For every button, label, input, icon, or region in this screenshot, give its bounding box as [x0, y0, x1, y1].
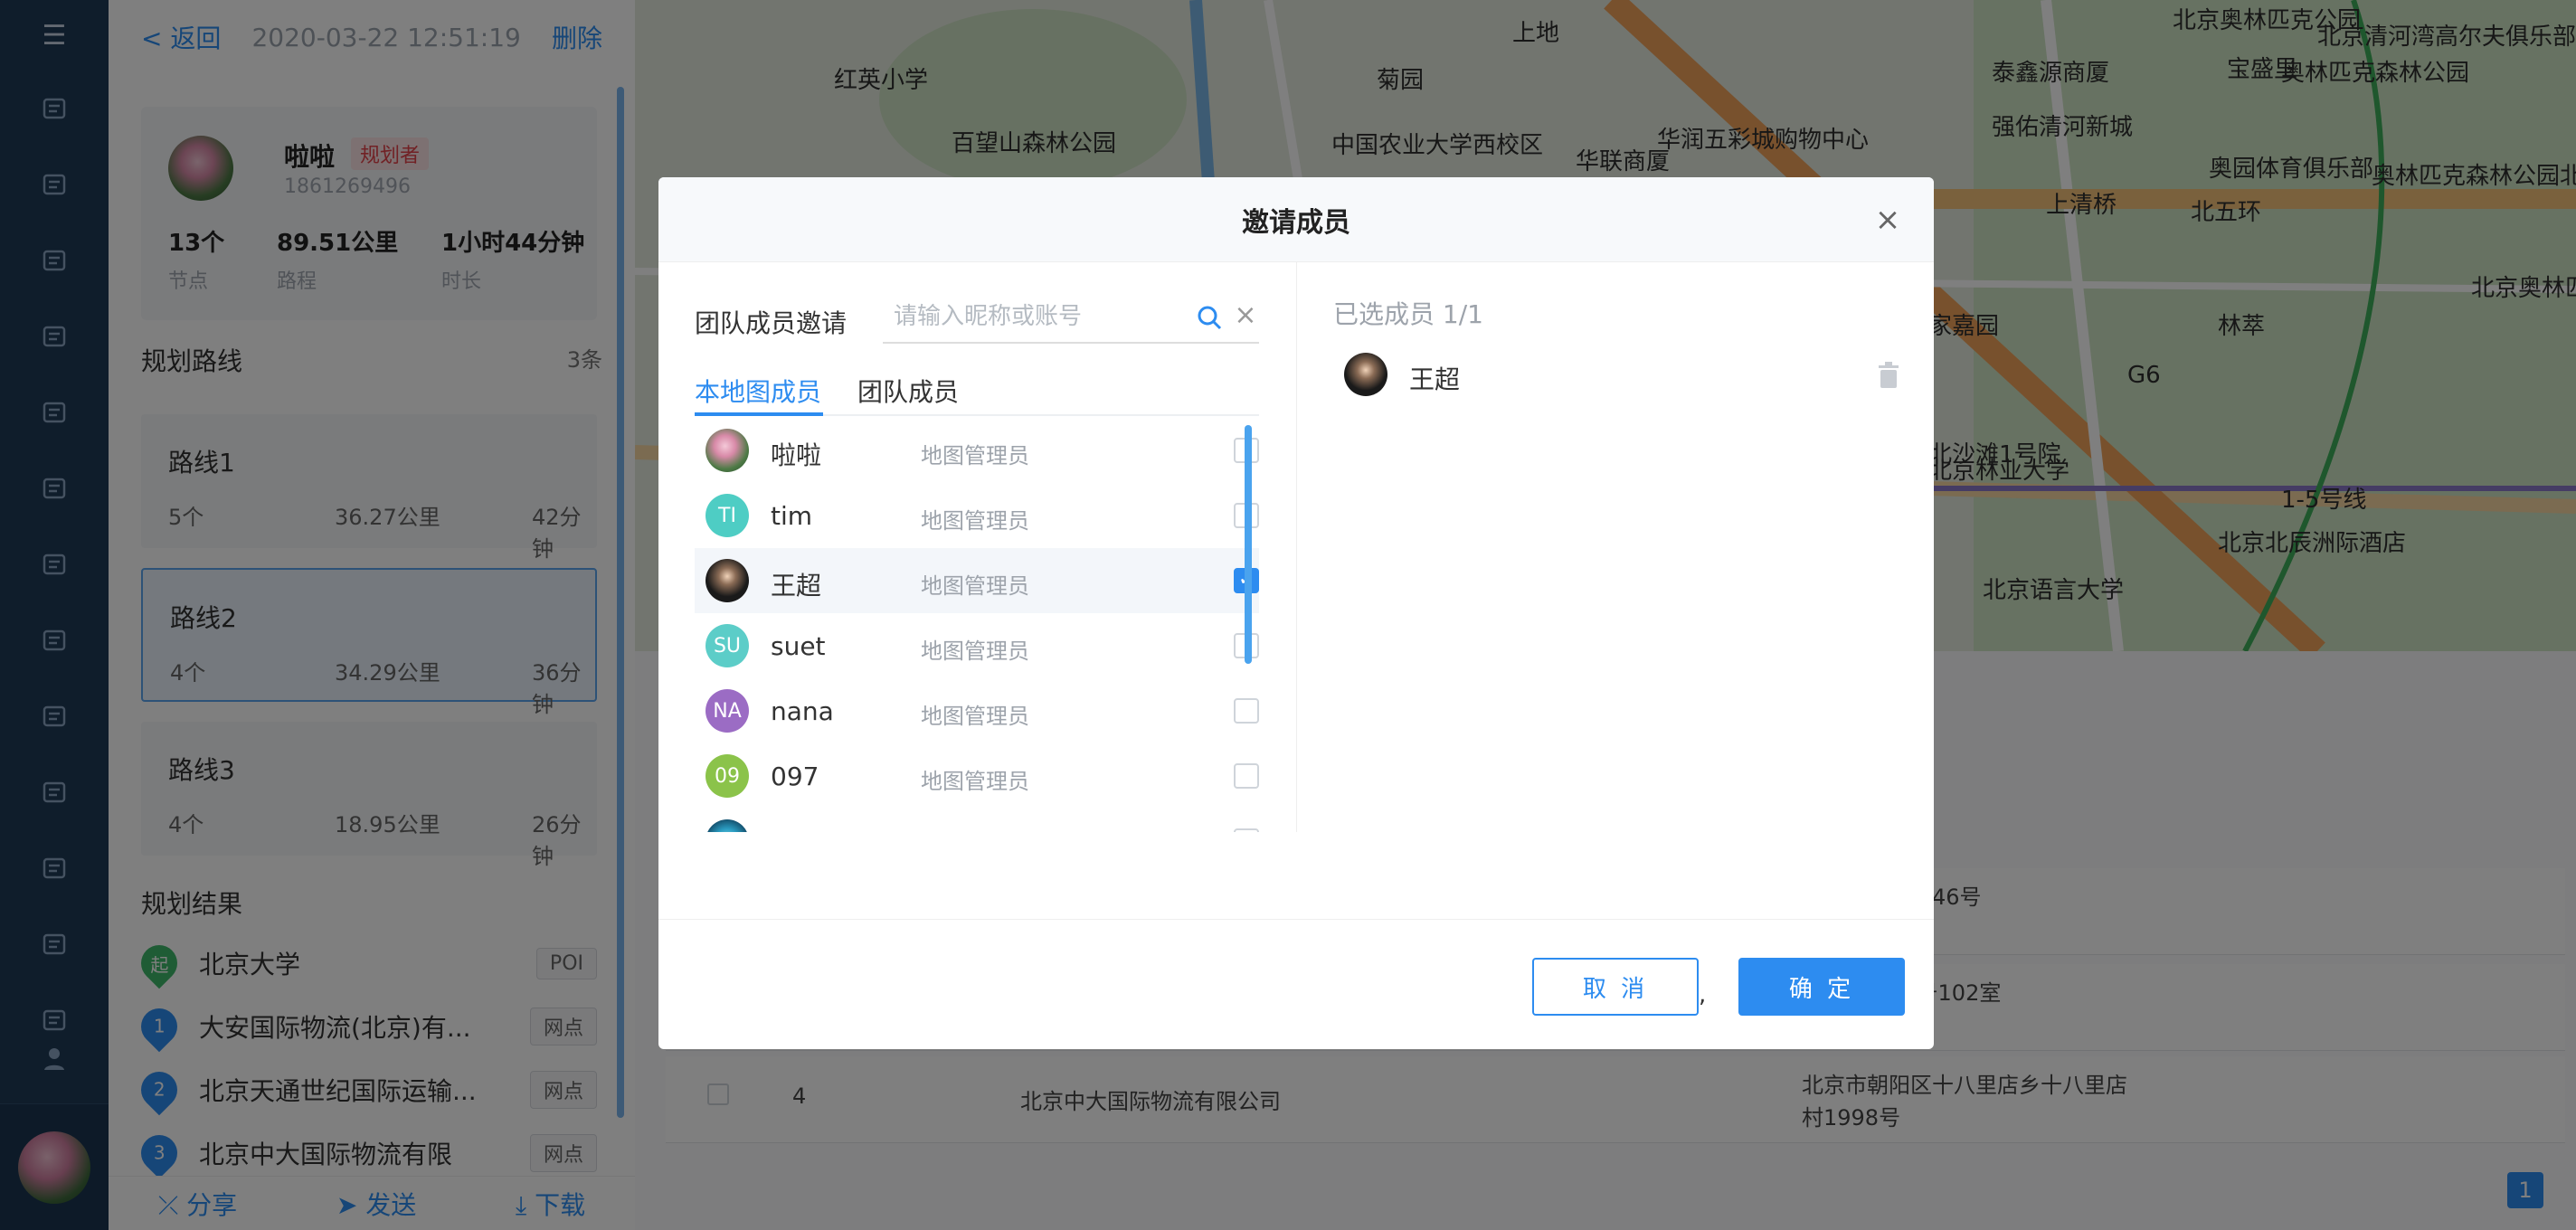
tab-team-members[interactable]: 团队成员: [857, 373, 959, 409]
trash-icon[interactable]: [1876, 362, 1901, 389]
member-role: 地图管理员: [921, 508, 1029, 534]
search-label: 团队成员邀请: [695, 308, 848, 338]
member-checkbox[interactable]: [1234, 828, 1259, 832]
selected-member-row: 王超: [1333, 342, 1901, 407]
member-avatar: TI: [706, 494, 749, 537]
member-avatar: [706, 819, 749, 832]
member-name: 啦啦: [771, 440, 822, 470]
member-avatar: [706, 559, 749, 602]
member-avatar: [706, 429, 749, 472]
close-icon[interactable]: ×: [1872, 204, 1903, 235]
member-tabs: 本地图成员 团队成员: [695, 362, 1259, 416]
member-row[interactable]: SU suet 地图管理员: [695, 613, 1259, 678]
member-role: 地图管理员: [921, 573, 1029, 599]
member-picker: 团队成员邀请 × 本地图成员 团队成员 啦啦地图管理员TItim地图管理员王超地…: [658, 262, 1297, 832]
cancel-button[interactable]: 取 消: [1532, 958, 1699, 1016]
member-list: 啦啦地图管理员TItim地图管理员王超地图管理员SUsuet地图管理员NAnan…: [695, 418, 1274, 832]
selected-member-avatar: [1344, 353, 1387, 396]
member-name: 097: [771, 762, 819, 791]
member-row[interactable]: NA nana 地图管理员: [695, 678, 1259, 743]
stray-comma: ,: [1699, 981, 1707, 1008]
selected-count: 已选成员 1/1: [1333, 299, 1483, 329]
member-avatar: 09: [706, 754, 749, 798]
active-tab-indicator: [695, 412, 823, 416]
member-role: 地图管理员: [921, 704, 1029, 729]
member-name: nana: [771, 696, 834, 726]
member-row[interactable]: 啦啦 地图管理员: [695, 418, 1259, 483]
tab-map-members[interactable]: 本地图成员: [695, 373, 821, 409]
member-role: 地图管理员: [921, 769, 1029, 794]
member-row[interactable]: 09 097 地图管理员: [695, 743, 1259, 809]
member-checkbox[interactable]: [1234, 698, 1259, 724]
member-row[interactable]: 王超 地图管理员: [695, 548, 1259, 613]
member-name: 王超: [771, 571, 822, 601]
member-row[interactable]: 虎叔 地图管理员: [695, 809, 1259, 832]
dialog-title: 邀请成员: [1242, 206, 1350, 239]
member-role: 地图管理员: [921, 639, 1029, 664]
member-list-scrollbar[interactable]: [1245, 425, 1252, 664]
member-avatar: NA: [706, 689, 749, 733]
confirm-button[interactable]: 确 定: [1738, 958, 1905, 1016]
member-role: 地图管理员: [921, 828, 1029, 832]
member-name: suet: [771, 631, 826, 661]
clear-search-icon[interactable]: ×: [1232, 302, 1259, 329]
search-icon[interactable]: [1196, 304, 1223, 331]
member-avatar: SU: [706, 624, 749, 667]
member-row[interactable]: TI tim 地图管理员: [695, 483, 1259, 548]
selected-member-name: 王超: [1409, 364, 1461, 394]
search-input[interactable]: [894, 298, 1183, 335]
member-name: tim: [771, 501, 813, 531]
search-box: ×: [883, 291, 1259, 344]
member-checkbox[interactable]: [1234, 763, 1259, 789]
selected-members: 已选成员 1/1 王超: [1297, 262, 1934, 832]
member-role: 地图管理员: [921, 443, 1029, 468]
member-name: 虎叔: [771, 827, 821, 832]
dialog-footer: 取 消 , 确 定: [658, 919, 1934, 1049]
invite-members-dialog: 邀请成员 × 团队成员邀请 × 本地图成员 团队成员 啦啦地图管理员TItim地…: [658, 177, 1934, 1049]
